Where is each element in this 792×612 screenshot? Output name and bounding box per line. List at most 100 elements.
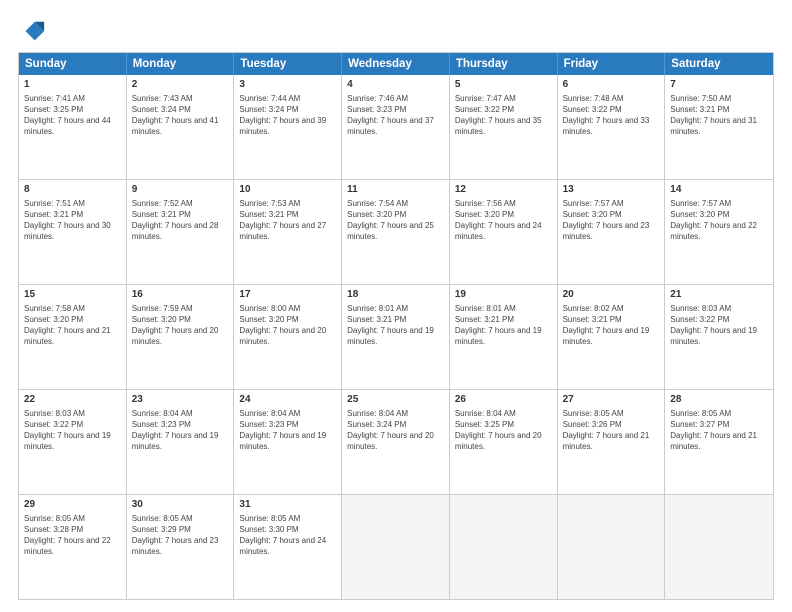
calendar-cell: 20Sunrise: 8:02 AMSunset: 3:21 PMDayligh… bbox=[558, 285, 666, 389]
day-info: Sunrise: 8:01 AMSunset: 3:21 PMDaylight:… bbox=[455, 303, 552, 348]
day-info: Sunrise: 8:03 AMSunset: 3:22 PMDaylight:… bbox=[24, 408, 121, 453]
day-number: 18 bbox=[347, 288, 444, 302]
calendar-cell: 11Sunrise: 7:54 AMSunset: 3:20 PMDayligh… bbox=[342, 180, 450, 284]
day-info: Sunrise: 7:54 AMSunset: 3:20 PMDaylight:… bbox=[347, 198, 444, 243]
day-info: Sunrise: 7:53 AMSunset: 3:21 PMDaylight:… bbox=[239, 198, 336, 243]
day-number: 27 bbox=[563, 393, 660, 407]
day-number: 25 bbox=[347, 393, 444, 407]
day-number: 7 bbox=[670, 78, 768, 92]
calendar-cell: 26Sunrise: 8:04 AMSunset: 3:25 PMDayligh… bbox=[450, 390, 558, 494]
calendar-row: 22Sunrise: 8:03 AMSunset: 3:22 PMDayligh… bbox=[19, 390, 773, 495]
day-number: 17 bbox=[239, 288, 336, 302]
calendar-cell: 17Sunrise: 8:00 AMSunset: 3:20 PMDayligh… bbox=[234, 285, 342, 389]
day-number: 24 bbox=[239, 393, 336, 407]
calendar-cell: 3Sunrise: 7:44 AMSunset: 3:24 PMDaylight… bbox=[234, 75, 342, 179]
calendar-row: 29Sunrise: 8:05 AMSunset: 3:28 PMDayligh… bbox=[19, 495, 773, 599]
day-number: 2 bbox=[132, 78, 229, 92]
day-number: 22 bbox=[24, 393, 121, 407]
day-info: Sunrise: 7:58 AMSunset: 3:20 PMDaylight:… bbox=[24, 303, 121, 348]
calendar-cell: 13Sunrise: 7:57 AMSunset: 3:20 PMDayligh… bbox=[558, 180, 666, 284]
day-header: Saturday bbox=[665, 53, 773, 75]
calendar-cell: 9Sunrise: 7:52 AMSunset: 3:21 PMDaylight… bbox=[127, 180, 235, 284]
calendar-cell: 31Sunrise: 8:05 AMSunset: 3:30 PMDayligh… bbox=[234, 495, 342, 599]
day-info: Sunrise: 8:01 AMSunset: 3:21 PMDaylight:… bbox=[347, 303, 444, 348]
day-header: Thursday bbox=[450, 53, 558, 75]
calendar-cell: 25Sunrise: 8:04 AMSunset: 3:24 PMDayligh… bbox=[342, 390, 450, 494]
calendar-cell: 29Sunrise: 8:05 AMSunset: 3:28 PMDayligh… bbox=[19, 495, 127, 599]
calendar-cell: 10Sunrise: 7:53 AMSunset: 3:21 PMDayligh… bbox=[234, 180, 342, 284]
day-info: Sunrise: 8:05 AMSunset: 3:28 PMDaylight:… bbox=[24, 513, 121, 558]
calendar-cell: 28Sunrise: 8:05 AMSunset: 3:27 PMDayligh… bbox=[665, 390, 773, 494]
day-info: Sunrise: 8:03 AMSunset: 3:22 PMDaylight:… bbox=[670, 303, 768, 348]
day-number: 29 bbox=[24, 498, 121, 512]
calendar-cell: 7Sunrise: 7:50 AMSunset: 3:21 PMDaylight… bbox=[665, 75, 773, 179]
day-info: Sunrise: 7:41 AMSunset: 3:25 PMDaylight:… bbox=[24, 93, 121, 138]
day-number: 11 bbox=[347, 183, 444, 197]
calendar-cell: 15Sunrise: 7:58 AMSunset: 3:20 PMDayligh… bbox=[19, 285, 127, 389]
calendar-cell: 21Sunrise: 8:03 AMSunset: 3:22 PMDayligh… bbox=[665, 285, 773, 389]
day-number: 12 bbox=[455, 183, 552, 197]
day-number: 10 bbox=[239, 183, 336, 197]
calendar-row: 1Sunrise: 7:41 AMSunset: 3:25 PMDaylight… bbox=[19, 75, 773, 180]
day-header: Tuesday bbox=[234, 53, 342, 75]
day-info: Sunrise: 7:47 AMSunset: 3:22 PMDaylight:… bbox=[455, 93, 552, 138]
day-number: 13 bbox=[563, 183, 660, 197]
calendar-cell: 30Sunrise: 8:05 AMSunset: 3:29 PMDayligh… bbox=[127, 495, 235, 599]
day-number: 26 bbox=[455, 393, 552, 407]
day-number: 28 bbox=[670, 393, 768, 407]
day-info: Sunrise: 7:48 AMSunset: 3:22 PMDaylight:… bbox=[563, 93, 660, 138]
calendar-cell: 2Sunrise: 7:43 AMSunset: 3:24 PMDaylight… bbox=[127, 75, 235, 179]
day-number: 21 bbox=[670, 288, 768, 302]
calendar-cell: 1Sunrise: 7:41 AMSunset: 3:25 PMDaylight… bbox=[19, 75, 127, 179]
day-info: Sunrise: 8:04 AMSunset: 3:25 PMDaylight:… bbox=[455, 408, 552, 453]
day-info: Sunrise: 8:04 AMSunset: 3:23 PMDaylight:… bbox=[239, 408, 336, 453]
calendar-cell: 27Sunrise: 8:05 AMSunset: 3:26 PMDayligh… bbox=[558, 390, 666, 494]
calendar-cell: 8Sunrise: 7:51 AMSunset: 3:21 PMDaylight… bbox=[19, 180, 127, 284]
calendar-cell: 16Sunrise: 7:59 AMSunset: 3:20 PMDayligh… bbox=[127, 285, 235, 389]
calendar-cell bbox=[450, 495, 558, 599]
day-info: Sunrise: 7:50 AMSunset: 3:21 PMDaylight:… bbox=[670, 93, 768, 138]
calendar-body: 1Sunrise: 7:41 AMSunset: 3:25 PMDaylight… bbox=[19, 75, 773, 599]
day-number: 5 bbox=[455, 78, 552, 92]
day-info: Sunrise: 8:05 AMSunset: 3:26 PMDaylight:… bbox=[563, 408, 660, 453]
day-number: 4 bbox=[347, 78, 444, 92]
day-info: Sunrise: 8:05 AMSunset: 3:30 PMDaylight:… bbox=[239, 513, 336, 558]
calendar-row: 8Sunrise: 7:51 AMSunset: 3:21 PMDaylight… bbox=[19, 180, 773, 285]
calendar-cell: 6Sunrise: 7:48 AMSunset: 3:22 PMDaylight… bbox=[558, 75, 666, 179]
calendar-cell: 24Sunrise: 8:04 AMSunset: 3:23 PMDayligh… bbox=[234, 390, 342, 494]
day-number: 23 bbox=[132, 393, 229, 407]
day-header: Monday bbox=[127, 53, 235, 75]
calendar: SundayMondayTuesdayWednesdayThursdayFrid… bbox=[18, 52, 774, 600]
calendar-cell: 22Sunrise: 8:03 AMSunset: 3:22 PMDayligh… bbox=[19, 390, 127, 494]
day-number: 1 bbox=[24, 78, 121, 92]
day-info: Sunrise: 7:44 AMSunset: 3:24 PMDaylight:… bbox=[239, 93, 336, 138]
day-info: Sunrise: 7:56 AMSunset: 3:20 PMDaylight:… bbox=[455, 198, 552, 243]
day-info: Sunrise: 8:02 AMSunset: 3:21 PMDaylight:… bbox=[563, 303, 660, 348]
day-number: 8 bbox=[24, 183, 121, 197]
day-info: Sunrise: 7:46 AMSunset: 3:23 PMDaylight:… bbox=[347, 93, 444, 138]
day-info: Sunrise: 8:04 AMSunset: 3:23 PMDaylight:… bbox=[132, 408, 229, 453]
day-info: Sunrise: 7:43 AMSunset: 3:24 PMDaylight:… bbox=[132, 93, 229, 138]
day-header: Friday bbox=[558, 53, 666, 75]
calendar-cell: 18Sunrise: 8:01 AMSunset: 3:21 PMDayligh… bbox=[342, 285, 450, 389]
page: SundayMondayTuesdayWednesdayThursdayFrid… bbox=[0, 0, 792, 612]
day-number: 15 bbox=[24, 288, 121, 302]
calendar-cell bbox=[342, 495, 450, 599]
day-header: Wednesday bbox=[342, 53, 450, 75]
day-number: 30 bbox=[132, 498, 229, 512]
day-number: 9 bbox=[132, 183, 229, 197]
calendar-cell: 19Sunrise: 8:01 AMSunset: 3:21 PMDayligh… bbox=[450, 285, 558, 389]
calendar-cell bbox=[665, 495, 773, 599]
day-number: 31 bbox=[239, 498, 336, 512]
day-number: 3 bbox=[239, 78, 336, 92]
header bbox=[18, 18, 774, 46]
day-number: 6 bbox=[563, 78, 660, 92]
calendar-cell: 23Sunrise: 8:04 AMSunset: 3:23 PMDayligh… bbox=[127, 390, 235, 494]
calendar-header: SundayMondayTuesdayWednesdayThursdayFrid… bbox=[19, 53, 773, 75]
day-info: Sunrise: 7:57 AMSunset: 3:20 PMDaylight:… bbox=[670, 198, 768, 243]
day-info: Sunrise: 7:51 AMSunset: 3:21 PMDaylight:… bbox=[24, 198, 121, 243]
day-number: 16 bbox=[132, 288, 229, 302]
calendar-cell bbox=[558, 495, 666, 599]
logo-icon bbox=[18, 18, 46, 46]
day-info: Sunrise: 8:00 AMSunset: 3:20 PMDaylight:… bbox=[239, 303, 336, 348]
